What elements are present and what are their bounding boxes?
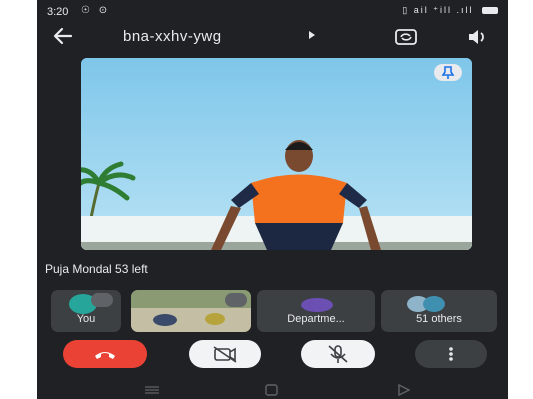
top-bar: bna-xxhv-ywg bbox=[37, 22, 508, 52]
camera-toggle-button[interactable] bbox=[189, 340, 261, 368]
status-bar: 3:20 ☉ ⊙ ▯ ail ⁺ill .ıll bbox=[37, 0, 508, 22]
status-time: 3:20 bbox=[47, 6, 69, 18]
system-nav-icons bbox=[145, 383, 411, 397]
status-left-icons: ☉ ⊙ bbox=[81, 5, 111, 16]
end-call-icon bbox=[95, 352, 115, 359]
main-video-scene bbox=[81, 58, 472, 250]
system-nav-bar bbox=[37, 381, 508, 399]
avatar bbox=[301, 298, 333, 312]
pin-icon bbox=[441, 66, 455, 79]
participant-tiles: You Departme... 51 others bbox=[37, 290, 508, 332]
more-vert-icon bbox=[449, 347, 453, 361]
camera-off-icon bbox=[213, 346, 237, 363]
main-video[interactable] bbox=[81, 58, 472, 250]
tile-video-participant[interactable] bbox=[131, 290, 251, 332]
meeting-info-arrow-icon[interactable] bbox=[309, 31, 315, 39]
end-call-button[interactable] bbox=[63, 340, 147, 368]
call-controls bbox=[37, 340, 508, 370]
more-options-button[interactable] bbox=[415, 340, 487, 368]
tile-you[interactable]: You bbox=[51, 290, 121, 332]
meeting-code[interactable]: bna-xxhv-ywg bbox=[123, 28, 222, 45]
status-signal-text: ▯ ail ⁺ill .ıll bbox=[402, 5, 474, 15]
arrow-left-icon[interactable] bbox=[51, 24, 75, 48]
pin-button[interactable] bbox=[434, 64, 462, 81]
tile-label: You bbox=[76, 313, 96, 325]
mic-off-icon bbox=[225, 293, 247, 307]
tile-label: Departme... bbox=[287, 313, 345, 325]
tile-label: 51 others bbox=[416, 313, 462, 325]
status-right-icons: ▯ ail ⁺ill .ıll bbox=[402, 5, 498, 16]
tile-others[interactable]: 51 others bbox=[381, 290, 497, 332]
mic-off-icon bbox=[328, 345, 348, 363]
mic-toggle-button[interactable] bbox=[301, 340, 375, 368]
avatar bbox=[423, 296, 445, 312]
mic-off-icon bbox=[91, 293, 113, 307]
tile-department[interactable]: Departme... bbox=[257, 290, 375, 332]
phone-screen: 3:20 ☉ ⊙ ▯ ail ⁺ill .ıll bna-xxhv-ywg Pu… bbox=[37, 0, 508, 399]
speaker-icon[interactable] bbox=[465, 26, 489, 48]
switch-camera-icon[interactable] bbox=[394, 26, 418, 48]
battery-icon bbox=[482, 7, 498, 15]
participant-status-text: Puja Mondal 53 left bbox=[45, 262, 148, 276]
